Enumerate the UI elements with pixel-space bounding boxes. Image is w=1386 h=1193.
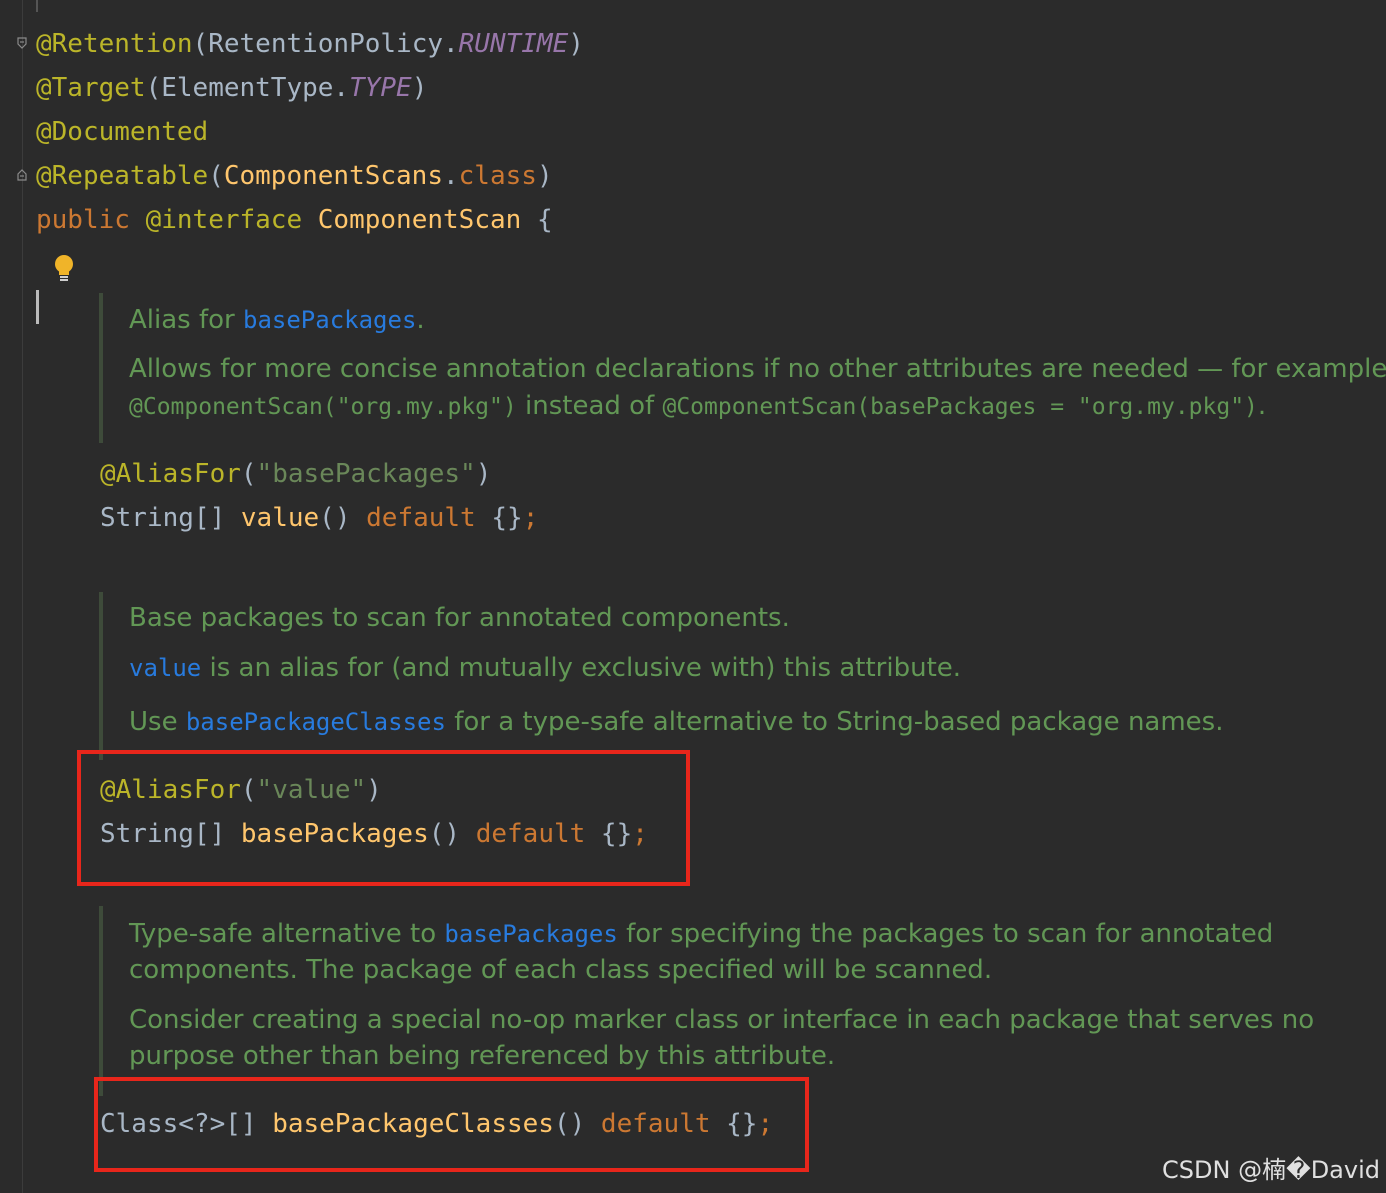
keyword-token: public — [36, 205, 130, 235]
code-line-value-member[interactable]: String[] value() default {}; — [100, 501, 538, 535]
keyword-token: default — [366, 503, 476, 533]
interface-name-token: ComponentScan — [317, 205, 522, 235]
code-token: (RetentionPolicy. — [192, 29, 459, 59]
text-caret — [36, 290, 39, 324]
doc-link[interactable]: basePackages — [444, 920, 617, 948]
doc-line: purpose other than being referenced by t… — [129, 1041, 836, 1071]
class-ref-token: ComponentScans — [223, 161, 443, 191]
highlight-box — [77, 750, 690, 886]
doc-comment-bar — [99, 293, 103, 443]
type-token: String[] — [100, 503, 241, 533]
doc-comment-bar — [99, 592, 103, 760]
annotation-token: @Documented — [36, 117, 209, 147]
code-line-retention[interactable]: @Retention(RetentionPolicy.RUNTIME) — [36, 27, 584, 61]
annotation-token: @Retention — [36, 29, 193, 59]
code-token: (ElementType. — [145, 73, 350, 103]
method-name-token: value — [240, 503, 320, 533]
doc-line: value is an alias for (and mutually excl… — [129, 653, 962, 683]
constant-token: TYPE — [349, 73, 412, 103]
doc-code: @ComponentScan(basePackages = "org.my.pk… — [662, 394, 1258, 420]
doc-line: Use basePackageClasses for a type-safe a… — [129, 707, 1224, 737]
annotation-token: @Repeatable — [36, 161, 209, 191]
code-line-alias-for[interactable]: @AliasFor("basePackages") — [100, 457, 491, 491]
constant-token: RUNTIME — [458, 29, 569, 59]
fold-marker-icon[interactable] — [17, 169, 27, 181]
annotation-token: @AliasFor — [100, 459, 241, 489]
code-token: ) — [536, 161, 553, 191]
code-token: ( — [208, 161, 224, 191]
code-line-documented[interactable]: @Documented — [36, 115, 208, 149]
doc-line: components. The package of each class sp… — [129, 955, 993, 985]
doc-link[interactable]: basePackageClasses — [186, 708, 446, 736]
doc-line: Allows for more concise annotation decla… — [129, 354, 1386, 384]
keyword-token: class — [458, 161, 537, 191]
keyword-token: @interface — [145, 205, 303, 235]
doc-line: Consider creating a special no-op marker… — [129, 1005, 1315, 1035]
watermark: CSDN @楠�David — [1162, 1156, 1380, 1184]
doc-link[interactable]: basePackages — [243, 306, 416, 334]
doc-code: @ComponentScan("org.my.pkg") — [129, 394, 517, 420]
doc-line: @ComponentScan("org.my.pkg") instead of … — [129, 391, 1267, 421]
highlight-box — [94, 1077, 809, 1172]
brace-token: { — [536, 205, 553, 235]
code-token: ) — [411, 73, 428, 103]
code-token: . — [443, 161, 459, 191]
code-line-declaration[interactable]: public @interface ComponentScan { — [36, 203, 553, 237]
doc-line: Base packages to scan for annotated comp… — [129, 603, 790, 633]
doc-line: Type-safe alternative to basePackages fo… — [129, 919, 1274, 949]
code-token: ) — [568, 29, 584, 59]
fold-marker-icon[interactable] — [17, 37, 27, 49]
code-line-repeatable[interactable]: @Repeatable(ComponentScans.class) — [36, 159, 553, 193]
code-line-target[interactable]: @Target(ElementType.TYPE) — [36, 71, 427, 105]
string-token: "basePackages" — [256, 459, 476, 489]
doc-comment-bar — [99, 906, 103, 1096]
lightbulb-icon[interactable] — [52, 254, 76, 284]
doc-link[interactable]: value — [129, 654, 201, 682]
doc-line: Alias for basePackages. — [129, 305, 425, 335]
annotation-token: @Target — [36, 73, 146, 103]
gutter-tick — [36, 0, 38, 12]
